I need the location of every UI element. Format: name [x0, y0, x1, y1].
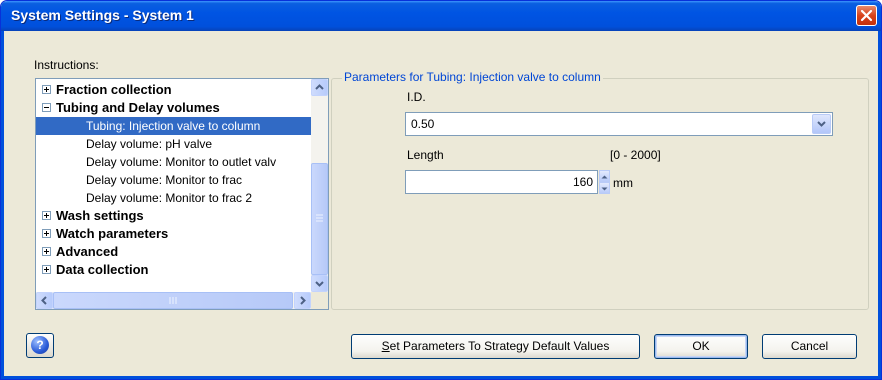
tree-node[interactable]: Data collection: [36, 261, 311, 279]
length-value: 160: [572, 175, 593, 189]
help-button[interactable]: ?: [26, 333, 54, 358]
scroll-left-button[interactable]: [36, 292, 53, 309]
frame-right: [878, 31, 881, 379]
cancel-button[interactable]: Cancel: [762, 334, 857, 359]
expand-icon[interactable]: [42, 85, 51, 94]
tree-item-label: Watch parameters: [56, 226, 169, 241]
scrollbar-corner: [311, 292, 328, 309]
tree-item-label: Delay volume: Monitor to frac: [86, 173, 243, 187]
ok-button[interactable]: OK: [654, 334, 748, 359]
tree-item-label: Fraction collection: [56, 82, 172, 97]
instructions-tree[interactable]: Fraction collection Tubing and Delay volu…: [35, 78, 329, 310]
length-increment-button[interactable]: [599, 170, 610, 182]
tree-horizontal-scrollbar[interactable]: [36, 292, 311, 309]
tree-item-label: Advanced: [56, 244, 119, 259]
parameters-group-title: Parameters for Tubing: Injection valve t…: [342, 70, 603, 84]
tree-leaf[interactable]: Tubing: Injection valve to column: [36, 117, 311, 135]
tree-leaf[interactable]: Delay volume: Monitor to frac: [36, 171, 311, 189]
chevron-up-icon: [315, 84, 324, 90]
caret-up-icon: [601, 175, 608, 179]
collapse-icon[interactable]: [42, 103, 51, 112]
set-defaults-button[interactable]: Set Parameters To Strategy Default Value…: [351, 334, 640, 359]
id-select-value: 0.50: [411, 117, 435, 131]
caret-down-icon: [601, 187, 608, 191]
tree-leaf[interactable]: Delay volume: Monitor to outlet valv: [36, 153, 311, 171]
tree-node[interactable]: Fraction collection: [36, 81, 311, 99]
id-label: I.D.: [407, 90, 426, 104]
hscroll-thumb[interactable]: [53, 292, 293, 309]
close-icon: [860, 9, 873, 22]
tree-item-label: Delay volume: Monitor to frac 2: [86, 191, 253, 205]
length-range: [0 - 2000]: [610, 148, 661, 162]
chevron-left-icon: [41, 296, 47, 305]
tree-node[interactable]: Advanced: [36, 243, 311, 261]
tree-node[interactable]: Watch parameters: [36, 225, 311, 243]
ok-label: OK: [692, 339, 710, 353]
expand-icon[interactable]: [42, 229, 51, 238]
frame-bottom: [1, 376, 881, 379]
length-unit: mm: [613, 176, 633, 190]
grip-icon: [316, 214, 323, 222]
title-bar[interactable]: System Settings - System 1: [1, 1, 881, 31]
window-title: System Settings - System 1: [11, 7, 194, 23]
grip-icon: [169, 297, 177, 304]
expand-icon[interactable]: [42, 211, 51, 220]
tree-item-label: Tubing and Delay volumes: [56, 100, 220, 115]
scroll-down-button[interactable]: [311, 275, 328, 292]
chevron-right-icon: [300, 296, 306, 305]
tree-leaf[interactable]: Delay volume: pH valve: [36, 135, 311, 153]
set-defaults-accesskey: S: [381, 339, 390, 353]
chevron-down-icon: [315, 281, 324, 287]
tree-item-label: Wash settings: [56, 208, 144, 223]
scroll-right-button[interactable]: [294, 292, 311, 309]
tree-item-label: Delay volume: pH valve: [86, 137, 213, 151]
cancel-label: Cancel: [790, 339, 829, 353]
tree-item-label: Tubing: Injection valve to column: [86, 119, 261, 133]
scroll-up-button[interactable]: [311, 79, 328, 96]
expand-icon[interactable]: [42, 247, 51, 256]
length-input[interactable]: 160: [405, 170, 598, 194]
close-button[interactable]: [856, 5, 877, 26]
tree-node[interactable]: Wash settings: [36, 207, 311, 225]
tree-leaf[interactable]: Delay volume: Monitor to frac 2: [36, 189, 311, 207]
length-decrement-button[interactable]: [599, 182, 610, 194]
id-select[interactable]: 0.50: [405, 112, 833, 136]
chevron-down-icon: [817, 121, 826, 127]
set-defaults-label: et Parameters To Strategy Default Values: [389, 339, 610, 353]
instructions-label: Instructions:: [34, 58, 99, 72]
length-stepper[interactable]: [599, 170, 610, 194]
help-icon: ?: [31, 336, 49, 354]
tree-vertical-scrollbar[interactable]: [311, 79, 328, 292]
scroll-thumb[interactable]: [311, 163, 328, 275]
length-label: Length: [407, 148, 444, 162]
tree-item-label: Data collection: [56, 262, 149, 277]
expand-icon[interactable]: [42, 265, 51, 274]
frame-left: [1, 31, 4, 379]
tree-item-label: Delay volume: Monitor to outlet valv: [86, 155, 277, 169]
id-dropdown-button[interactable]: [812, 114, 831, 134]
tree-node[interactable]: Tubing and Delay volumes: [36, 99, 311, 117]
